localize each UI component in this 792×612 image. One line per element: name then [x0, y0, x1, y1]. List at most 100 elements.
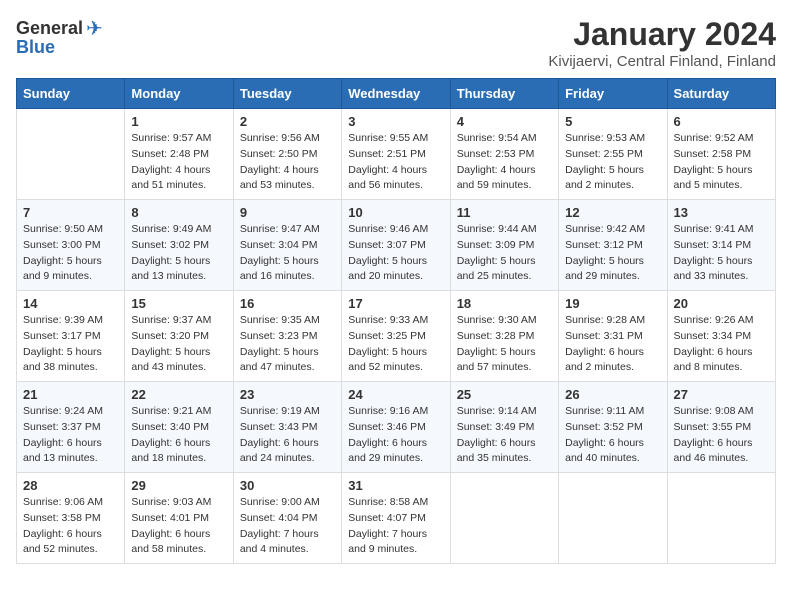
day-number: 30 — [240, 478, 335, 493]
day-info: Sunrise: 9:44 AMSunset: 3:09 PMDaylight:… — [457, 222, 552, 285]
day-number: 27 — [674, 387, 769, 402]
calendar-cell: 6 Sunrise: 9:52 AMSunset: 2:58 PMDaylight… — [667, 109, 775, 200]
calendar-cell: 5 Sunrise: 9:53 AMSunset: 2:55 PMDaylight… — [559, 109, 667, 200]
day-info: Sunrise: 9:54 AMSunset: 2:53 PMDaylight:… — [457, 131, 552, 194]
calendar-cell: 18Sunrise: 9:30 AMSunset: 3:28 PMDayligh… — [450, 291, 558, 382]
calendar-cell: 28 Sunrise: 9:06 AMSunset: 3:58 PMDayligh… — [17, 473, 125, 564]
calendar-cell: 16Sunrise: 9:35 AMSunset: 3:23 PMDayligh… — [233, 291, 341, 382]
calendar-cell — [667, 473, 775, 564]
day-header-thursday: Thursday — [450, 79, 558, 109]
calendar-cell: 26 Sunrise: 9:11 AMSunset: 3:52 PMDayligh… — [559, 382, 667, 473]
day-number: 12 — [565, 205, 660, 220]
day-number: 19 — [565, 296, 660, 311]
day-info: Sunrise: 9:49 AMSunset: 3:02 PMDaylight:… — [131, 222, 226, 285]
calendar-title: January 2024 — [548, 16, 776, 53]
calendar-cell: 24Sunrise: 9:16 AMSunset: 3:46 PMDayligh… — [342, 382, 450, 473]
day-number: 25 — [457, 387, 552, 402]
calendar-cell: 13 Sunrise: 9:41 AMSunset: 3:14 PMDayligh… — [667, 200, 775, 291]
day-number: 1 — [131, 114, 226, 129]
logo-blue-text: Blue — [16, 37, 55, 58]
calendar-cell: 15Sunrise: 9:37 AMSunset: 3:20 PMDayligh… — [125, 291, 233, 382]
day-info: Sunrise: 9:47 AMSunset: 3:04 PMDaylight:… — [240, 222, 335, 285]
day-number: 4 — [457, 114, 552, 129]
day-info: Sunrise: 9:11 AMSunset: 3:52 PMDaylight:… — [565, 404, 660, 467]
days-header-row: SundayMondayTuesdayWednesdayThursdayFrid… — [17, 79, 776, 109]
calendar-subtitle: Kivijaervi, Central Finland, Finland — [548, 53, 776, 70]
day-number: 31 — [348, 478, 443, 493]
day-info: Sunrise: 9:53 AMSunset: 2:55 PMDaylight:… — [565, 131, 660, 194]
day-number: 11 — [457, 205, 552, 220]
calendar-cell: 31 Sunrise: 8:58 AMSunset: 4:07 PMDayligh… — [342, 473, 450, 564]
day-number: 28 — [23, 478, 118, 493]
day-number: 5 — [565, 114, 660, 129]
day-number: 6 — [674, 114, 769, 129]
day-info: Sunrise: 9:08 AMSunset: 3:55 PMDaylight:… — [674, 404, 769, 467]
calendar-cell: 7Sunrise: 9:50 AMSunset: 3:00 PMDaylight… — [17, 200, 125, 291]
calendar-cell: 14 Sunrise: 9:39 AMSunset: 3:17 PMDayligh… — [17, 291, 125, 382]
calendar-cell: 19 Sunrise: 9:28 AMSunset: 3:31 PMDayligh… — [559, 291, 667, 382]
week-row-2: 7Sunrise: 9:50 AMSunset: 3:00 PMDaylight… — [17, 200, 776, 291]
day-info: Sunrise: 9:42 AMSunset: 3:12 PMDaylight:… — [565, 222, 660, 285]
week-row-4: 21 Sunrise: 9:24 AMSunset: 3:37 PMDayligh… — [17, 382, 776, 473]
day-number: 21 — [23, 387, 118, 402]
calendar-cell: 12 Sunrise: 9:42 AMSunset: 3:12 PMDayligh… — [559, 200, 667, 291]
day-number: 14 — [23, 296, 118, 311]
day-number: 16 — [240, 296, 335, 311]
day-info: Sunrise: 9:41 AMSunset: 3:14 PMDaylight:… — [674, 222, 769, 285]
day-number: 10 — [348, 205, 443, 220]
day-number: 15 — [131, 296, 226, 311]
day-info: Sunrise: 9:16 AMSunset: 3:46 PMDaylight:… — [348, 404, 443, 467]
calendar-cell: 4 Sunrise: 9:54 AMSunset: 2:53 PMDaylight… — [450, 109, 558, 200]
day-info: Sunrise: 9:06 AMSunset: 3:58 PMDaylight:… — [23, 495, 118, 558]
day-number: 13 — [674, 205, 769, 220]
week-row-5: 28 Sunrise: 9:06 AMSunset: 3:58 PMDayligh… — [17, 473, 776, 564]
day-info: Sunrise: 9:28 AMSunset: 3:31 PMDaylight:… — [565, 313, 660, 376]
day-info: Sunrise: 9:24 AMSunset: 3:37 PMDaylight:… — [23, 404, 118, 467]
day-number: 7 — [23, 205, 118, 220]
day-info: Sunrise: 9:46 AMSunset: 3:07 PMDaylight:… — [348, 222, 443, 285]
day-info: Sunrise: 9:33 AMSunset: 3:25 PMDaylight:… — [348, 313, 443, 376]
calendar-cell: 9Sunrise: 9:47 AMSunset: 3:04 PMDaylight… — [233, 200, 341, 291]
header: General ✈ Blue January 2024 Kivijaervi, … — [16, 16, 776, 70]
logo-general-text: General — [16, 18, 83, 39]
day-info: Sunrise: 8:58 AMSunset: 4:07 PMDaylight:… — [348, 495, 443, 558]
logo: General ✈ Blue — [16, 16, 103, 58]
day-number: 20 — [674, 296, 769, 311]
calendar-body: 1 Sunrise: 9:57 AMSunset: 2:48 PMDaylight… — [17, 109, 776, 564]
week-row-3: 14 Sunrise: 9:39 AMSunset: 3:17 PMDayligh… — [17, 291, 776, 382]
day-info: Sunrise: 9:19 AMSunset: 3:43 PMDaylight:… — [240, 404, 335, 467]
calendar-cell — [559, 473, 667, 564]
day-number: 26 — [565, 387, 660, 402]
day-info: Sunrise: 9:52 AMSunset: 2:58 PMDaylight:… — [674, 131, 769, 194]
calendar-cell: 27 Sunrise: 9:08 AMSunset: 3:55 PMDayligh… — [667, 382, 775, 473]
day-info: Sunrise: 9:21 AMSunset: 3:40 PMDaylight:… — [131, 404, 226, 467]
calendar-cell — [17, 109, 125, 200]
day-info: Sunrise: 9:14 AMSunset: 3:49 PMDaylight:… — [457, 404, 552, 467]
day-info: Sunrise: 9:39 AMSunset: 3:17 PMDaylight:… — [23, 313, 118, 376]
calendar-cell: 1 Sunrise: 9:57 AMSunset: 2:48 PMDaylight… — [125, 109, 233, 200]
day-info: Sunrise: 9:30 AMSunset: 3:28 PMDaylight:… — [457, 313, 552, 376]
calendar-cell: 23Sunrise: 9:19 AMSunset: 3:43 PMDayligh… — [233, 382, 341, 473]
day-number: 17 — [348, 296, 443, 311]
day-info: Sunrise: 9:57 AMSunset: 2:48 PMDaylight:… — [131, 131, 226, 194]
day-info: Sunrise: 9:00 AMSunset: 4:04 PMDaylight:… — [240, 495, 335, 558]
day-info: Sunrise: 9:55 AMSunset: 2:51 PMDaylight:… — [348, 131, 443, 194]
calendar-cell: 22 Sunrise: 9:21 AMSunset: 3:40 PMDayligh… — [125, 382, 233, 473]
calendar-cell: 29Sunrise: 9:03 AMSunset: 4:01 PMDayligh… — [125, 473, 233, 564]
day-header-saturday: Saturday — [667, 79, 775, 109]
calendar-header: SundayMondayTuesdayWednesdayThursdayFrid… — [17, 79, 776, 109]
logo-bird-icon: ✈ — [86, 16, 103, 41]
day-header-monday: Monday — [125, 79, 233, 109]
calendar-cell: 17 Sunrise: 9:33 AMSunset: 3:25 PMDayligh… — [342, 291, 450, 382]
calendar-cell: 8 Sunrise: 9:49 AMSunset: 3:02 PMDaylight… — [125, 200, 233, 291]
calendar-cell: 25 Sunrise: 9:14 AMSunset: 3:49 PMDayligh… — [450, 382, 558, 473]
day-info: Sunrise: 9:56 AMSunset: 2:50 PMDaylight:… — [240, 131, 335, 194]
day-header-friday: Friday — [559, 79, 667, 109]
day-number: 22 — [131, 387, 226, 402]
calendar-cell: 2Sunrise: 9:56 AMSunset: 2:50 PMDaylight… — [233, 109, 341, 200]
day-header-tuesday: Tuesday — [233, 79, 341, 109]
day-number: 29 — [131, 478, 226, 493]
day-info: Sunrise: 9:26 AMSunset: 3:34 PMDaylight:… — [674, 313, 769, 376]
day-number: 8 — [131, 205, 226, 220]
calendar-cell: 11 Sunrise: 9:44 AMSunset: 3:09 PMDayligh… — [450, 200, 558, 291]
